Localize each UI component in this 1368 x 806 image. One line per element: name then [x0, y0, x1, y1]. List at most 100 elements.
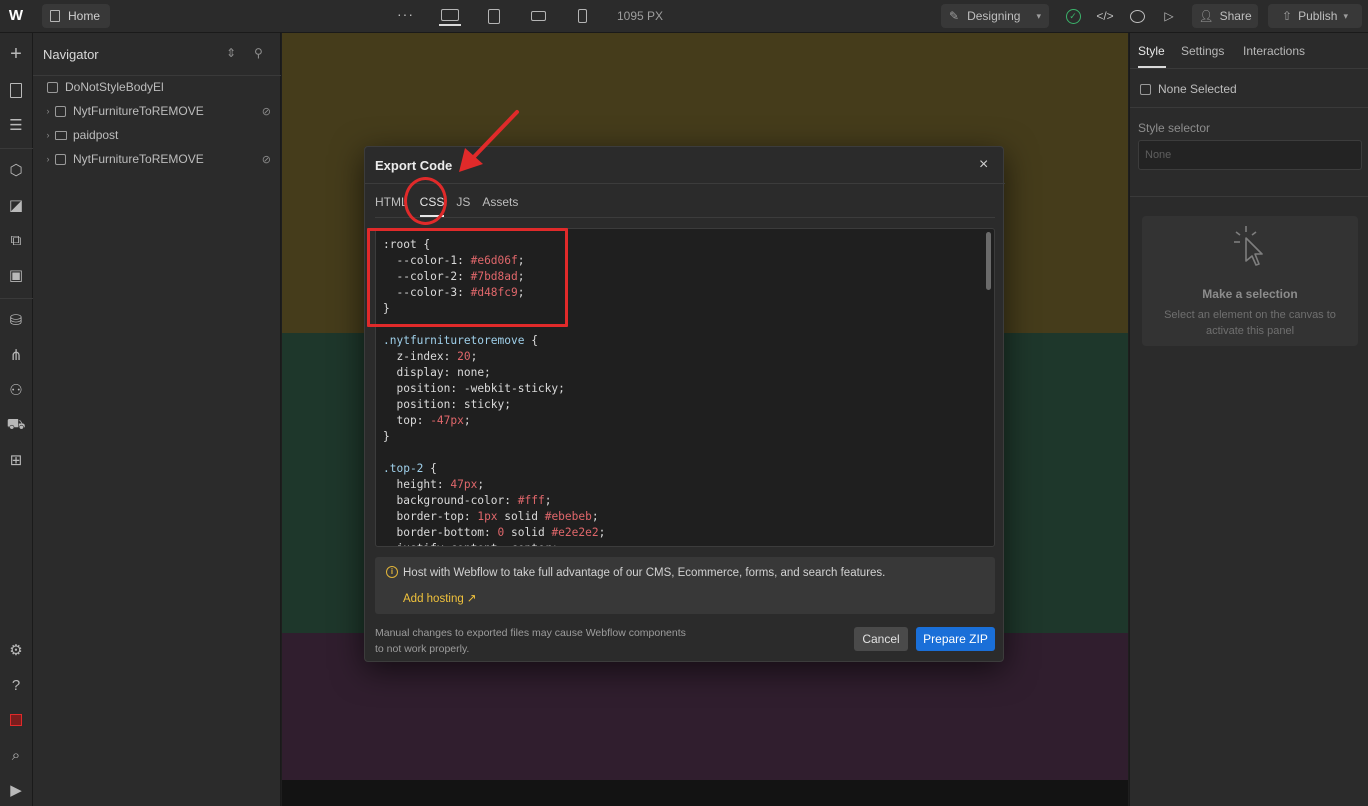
annotation-arrow-icon — [459, 110, 519, 172]
tablet-breakpoint-icon[interactable] — [483, 6, 505, 26]
comments-icon[interactable] — [1128, 7, 1146, 25]
cms-icon[interactable]: ⛁ — [5, 309, 27, 331]
tab-assets[interactable]: Assets — [482, 195, 518, 217]
rocket-icon: ⇧ — [1282, 9, 1293, 23]
annotation-highlight-box — [367, 228, 568, 327]
cursor-click-icon — [1234, 226, 1263, 266]
pages-icon[interactable] — [5, 79, 27, 101]
close-icon[interactable]: × — [979, 156, 988, 174]
panel-tabs: Style Settings Interactions — [1130, 33, 1368, 69]
selection-indicator: None Selected — [1140, 82, 1237, 96]
variables-icon[interactable]: ⧉ — [5, 229, 27, 251]
code-line: justify-content: center; — [383, 541, 605, 546]
webflow-logo[interactable]: W — [5, 7, 27, 25]
chevron-down-icon: ▾ — [1343, 10, 1348, 21]
style-panel: Style Settings Interactions None Selecte… — [1129, 33, 1368, 806]
home-label: Home — [68, 9, 101, 23]
tree-item-label: NytFurnitureToREMOVE — [73, 152, 204, 166]
chevron-right-icon[interactable]: › — [41, 154, 55, 164]
tab-js[interactable]: JS — [456, 195, 470, 217]
share-button[interactable]: 👤︎ Share — [1192, 4, 1258, 28]
add-icon[interactable]: + — [5, 43, 27, 65]
publish-label: Publish — [1298, 9, 1338, 23]
tab-interactions[interactable]: Interactions — [1243, 44, 1305, 58]
checkbox-icon — [1140, 83, 1151, 95]
hosting-banner: i Host with Webflow to take full advanta… — [375, 557, 995, 614]
mobile-portrait-breakpoint-icon[interactable] — [571, 6, 593, 26]
navigator-panel: Navigator ⇕ ⚲ DoNotStyleBodyEl › NytFurn… — [33, 33, 281, 806]
assets-icon[interactable]: ▣ — [5, 264, 27, 286]
ecommerce-icon[interactable]: ⛟ — [5, 414, 27, 436]
navigator-icon[interactable]: ☰ — [5, 114, 27, 136]
code-icon[interactable]: </> — [1096, 7, 1114, 25]
none-selected-label: None Selected — [1158, 82, 1237, 96]
expand-collapse-icon[interactable]: ⇕ — [226, 46, 236, 60]
tree-item-div[interactable]: › NytFurnitureToREMOVE ⊘ — [33, 147, 281, 171]
tree-item-div[interactable]: › NytFurnitureToREMOVE ⊘ — [33, 99, 281, 123]
code-line: position: sticky; — [396, 398, 511, 411]
hosting-text: Host with Webflow to take full advantage… — [403, 567, 886, 579]
add-hosting-link[interactable]: Add hosting ↗ — [403, 591, 477, 605]
left-toolbar: + ☰ ⬡ ◪ ⧉ ▣ ⛁ ⋔ ⚇ ⛟ ⊞ ⚙ ? ⌕ ▶ — [0, 33, 33, 806]
prepare-zip-button[interactable]: Prepare ZIP — [916, 627, 995, 651]
mode-label: Designing — [967, 9, 1021, 23]
folder-icon — [55, 130, 67, 140]
logic-icon[interactable]: ⋔ — [5, 344, 27, 366]
apps-icon[interactable]: ⊞ — [5, 449, 27, 471]
record-icon[interactable] — [5, 709, 27, 731]
tab-style[interactable]: Style — [1138, 44, 1165, 58]
info-icon: i — [386, 566, 398, 578]
navigator-title: Navigator — [43, 47, 99, 62]
footer-note: Manual changes to exported files may cau… — [375, 627, 686, 655]
preview-play-icon[interactable]: ▷ — [1160, 7, 1178, 25]
code-line: z-index: 20; — [396, 350, 478, 363]
tree-item-body[interactable]: DoNotStyleBodyEl — [33, 75, 281, 99]
canvas-width-readout: 1095 PX — [617, 9, 664, 23]
more-breakpoints-button[interactable]: ··· — [397, 6, 414, 22]
code-scrollbar[interactable] — [986, 232, 991, 290]
code-line: background-color: #fff; — [396, 494, 552, 507]
tab-html[interactable]: HTML — [375, 195, 408, 217]
tree-item-label: DoNotStyleBodyEl — [65, 80, 164, 94]
settings-icon[interactable]: ⚙ — [5, 639, 27, 661]
code-line: position: -webkit-sticky; — [396, 382, 565, 395]
desktop-breakpoint-icon[interactable] — [439, 6, 461, 26]
mobile-landscape-breakpoint-icon[interactable] — [527, 6, 549, 26]
tab-settings[interactable]: Settings — [1181, 44, 1224, 58]
code-tabs: HTML CSS JS Assets — [375, 195, 530, 217]
brush-icon: ✎ — [949, 9, 960, 23]
code-line: border-bottom: 0 solid #e2e2e2; — [396, 526, 606, 539]
home-button[interactable]: Home — [42, 4, 111, 28]
body-icon — [47, 81, 58, 93]
help-icon[interactable]: ? — [5, 674, 27, 696]
annotation-circle — [404, 177, 447, 225]
eye-off-icon[interactable]: ⊘ — [262, 105, 271, 118]
div-block-icon — [55, 105, 66, 117]
video-icon[interactable]: ▶ — [5, 779, 27, 801]
export-code-modal: Export Code × HTML CSS JS Assets :root {… — [364, 146, 1005, 662]
cancel-button[interactable]: Cancel — [854, 627, 908, 651]
chevron-right-icon[interactable]: › — [41, 130, 55, 140]
tree-item-label: NytFurnitureToREMOVE — [73, 104, 204, 118]
search-icon[interactable]: ⌕ — [5, 744, 27, 766]
top-bar: W Home ··· 1095 PX ✎ Designing ▾ ✓ </> ▷… — [0, 0, 1368, 33]
modal-title: Export Code — [375, 158, 453, 173]
components-icon[interactable]: ⬡ — [5, 159, 27, 181]
pin-icon[interactable]: ⚲ — [254, 46, 263, 60]
check-status-icon[interactable]: ✓ — [1064, 7, 1082, 25]
user-icon: 👤︎ — [1198, 9, 1214, 23]
empty-selection-card: Make a selection Select an element on th… — [1142, 216, 1358, 346]
empty-state-title: Make a selection — [1202, 287, 1298, 301]
style-selector-input[interactable]: None — [1138, 140, 1362, 170]
chevron-down-icon: ▾ — [1036, 10, 1041, 21]
code-line: border-top: 1px solid #ebebeb; — [396, 510, 599, 523]
style-guide-icon[interactable]: ◪ — [5, 194, 27, 216]
users-icon[interactable]: ⚇ — [5, 379, 27, 401]
designing-mode-dropdown[interactable]: ✎ Designing ▾ — [941, 4, 1049, 28]
code-line: height: 47px; — [396, 478, 485, 491]
tree-item-folder[interactable]: › paidpost — [33, 123, 281, 147]
chevron-right-icon[interactable]: › — [41, 106, 55, 116]
eye-off-icon[interactable]: ⊘ — [262, 153, 271, 166]
publish-button[interactable]: ⇧ Publish ▾ — [1268, 4, 1362, 28]
share-label: Share — [1219, 9, 1252, 23]
